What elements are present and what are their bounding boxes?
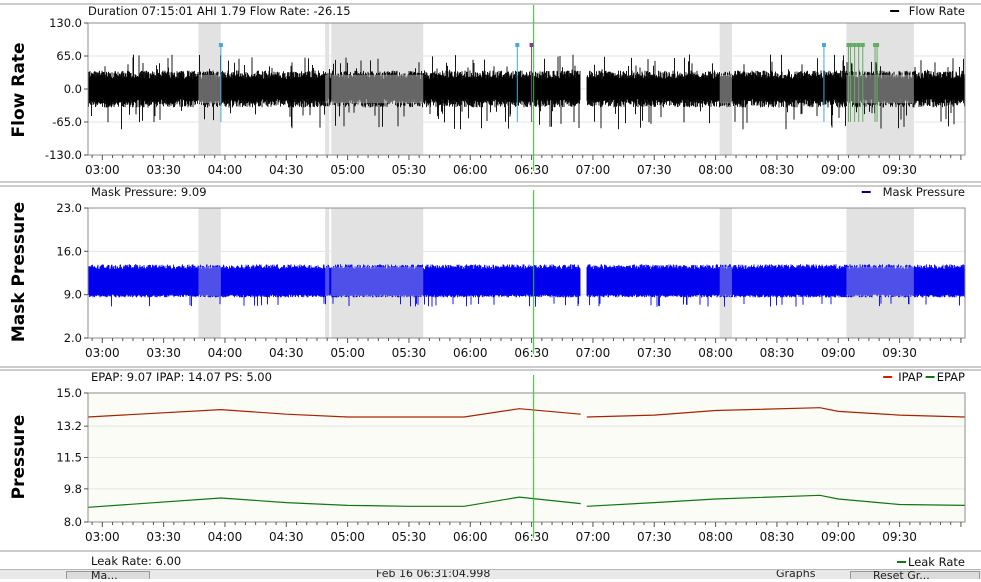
- shaded-overlay: [325, 266, 330, 296]
- y-tick-label: 16.0: [56, 244, 82, 258]
- x-tick-label: 07:30: [637, 163, 672, 177]
- chart-stage: 130.0 65.0 0.0 -65.0 -130.0 03:00 03:30 04:00 04…: [0, 0, 981, 578]
- x-tick-label: 03:30: [146, 163, 181, 177]
- shaded-overlay: [719, 74, 732, 104]
- x-tick-label: 07:30: [637, 346, 672, 360]
- x-tick-label: 09:30: [882, 530, 917, 544]
- y-tick-label: 65.0: [56, 49, 82, 63]
- x-tick-label: 08:00: [698, 530, 733, 544]
- x-tick-label: 04:30: [269, 346, 304, 360]
- y-axis-label: Mask Pressure: [9, 202, 29, 342]
- x-tick-label: 05:30: [392, 346, 427, 360]
- x-tick-label: 05:00: [330, 530, 365, 544]
- y-axis-label: Flow Rate: [9, 43, 29, 138]
- x-tick-label: 03:30: [146, 530, 181, 544]
- shaded-overlay: [719, 266, 732, 296]
- x-tick-label: 07:00: [576, 530, 611, 544]
- legend-label: Mask Pressure: [883, 185, 965, 199]
- panel-title: Duration 07:15:01 AHI 1.79 Flow Rate: -2…: [88, 4, 351, 18]
- shaded-overlay: [198, 74, 221, 104]
- x-tick-label: 04:30: [269, 530, 304, 544]
- x-tick-label: 06:30: [514, 530, 549, 544]
- x-tick-label: 07:00: [576, 163, 611, 177]
- event-marker-flag: [856, 43, 861, 47]
- x-tick-label: 07:00: [576, 346, 611, 360]
- x-tick-label: 09:00: [821, 530, 856, 544]
- y-tick-label: 9.8: [64, 482, 82, 496]
- chart-panel: 23.0 16.0 9.0 2.003:00 03:30 04:00 04:30 05:00 0…: [0, 185, 981, 368]
- x-tick-label: 06:00: [453, 346, 488, 360]
- y-axis-label: Pressure: [9, 415, 29, 500]
- x-tick-label: 06:00: [453, 530, 488, 544]
- x-tick-label: 04:30: [269, 163, 304, 177]
- y-tick-label: 0.0: [64, 82, 82, 96]
- y-tick-label: -130.0: [45, 148, 82, 162]
- x-tick-label: 04:00: [208, 530, 243, 544]
- x-tick-label: 05:30: [392, 530, 427, 544]
- event-marker-flag: [515, 43, 520, 47]
- x-tick-label: 06:00: [453, 163, 488, 177]
- event-marker-flag: [218, 43, 223, 47]
- y-tick-label: 9.0: [64, 288, 82, 302]
- shaded-overlay: [846, 266, 914, 296]
- y-tick-label: 130.0: [49, 16, 82, 30]
- x-tick-label: 03:30: [146, 346, 181, 360]
- x-tick-label: 05:00: [330, 346, 365, 360]
- chart-panel: 130.0 65.0 0.0 -65.0 -130.003:00 03:30 04:00 04…: [0, 3, 981, 183]
- event-marker-flag: [529, 43, 534, 47]
- shaded-overlay: [331, 74, 424, 104]
- x-tick-label: 03:00: [85, 530, 120, 544]
- x-tick-label: 08:30: [760, 346, 795, 360]
- shaded-overlay: [331, 266, 424, 296]
- y-tick-label: 8.0: [64, 515, 82, 529]
- x-tick-label: 06:30: [514, 163, 549, 177]
- x-tick-label: 08:30: [760, 163, 795, 177]
- x-tick-label: 03:00: [85, 346, 120, 360]
- x-tick-label: 09:30: [882, 163, 917, 177]
- event-marker-flag: [875, 43, 880, 47]
- y-tick-label: 15.0: [56, 386, 82, 400]
- y-tick-label: 23.0: [56, 201, 82, 215]
- shaded-overlay: [846, 74, 914, 104]
- x-tick-label: 07:30: [637, 530, 672, 544]
- y-tick-label: 13.2: [56, 419, 82, 433]
- x-tick-label: 09:00: [821, 346, 856, 360]
- x-tick-label: 03:00: [85, 163, 120, 177]
- panel-title: EPAP: 9.07 IPAP: 14.07 PS: 5.00: [91, 370, 272, 384]
- x-tick-label: 08:00: [698, 163, 733, 177]
- event-marker-flag: [852, 43, 857, 47]
- x-tick-label: 05:30: [392, 163, 427, 177]
- x-tick-label: 06:30: [514, 346, 549, 360]
- x-tick-label: 05:00: [330, 163, 365, 177]
- y-tick-label: -65.0: [52, 115, 82, 129]
- y-tick-label: 11.5: [56, 451, 82, 465]
- event-marker-flag: [848, 43, 853, 47]
- x-tick-label: 09:00: [821, 163, 856, 177]
- x-tick-label: 08:30: [760, 530, 795, 544]
- x-tick-label: 04:00: [208, 163, 243, 177]
- shaded-overlay: [198, 266, 221, 296]
- shaded-overlay: [325, 74, 330, 104]
- leak-legend-label: Leak Rate: [908, 555, 965, 569]
- event-marker-flag: [821, 43, 826, 47]
- chart-panel: 15.0 13.2 11.5 9.8 8.003:00 03:30 04:00 04:30 05…: [0, 369, 981, 552]
- charts-svg: 130.065.00.0-65.0-130.003:00 03:30 04:00 04…: [0, 3, 981, 569]
- panel-title: Mask Pressure: 9.09: [91, 185, 207, 199]
- leak-panel-title: Leak Rate: 6.00: [91, 554, 181, 568]
- event-marker-flag: [860, 43, 865, 47]
- x-tick-label: 08:00: [698, 346, 733, 360]
- legend-label: Flow Rate: [909, 4, 965, 18]
- legend-label: EPAP: [937, 370, 965, 384]
- x-tick-label: 09:30: [882, 346, 917, 360]
- legend-label: IPAP: [898, 370, 922, 384]
- x-tick-label: 04:00: [208, 346, 243, 360]
- y-tick-label: 2.0: [64, 331, 82, 345]
